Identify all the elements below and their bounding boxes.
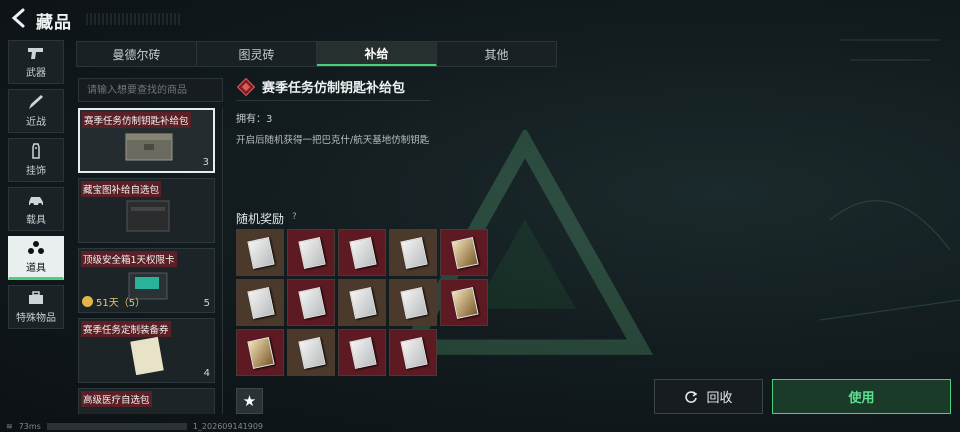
reward-key-card[interactable] xyxy=(338,329,386,376)
items-icon xyxy=(28,241,44,254)
use-button[interactable]: 使用 xyxy=(772,379,951,414)
reward-key-card[interactable] xyxy=(389,229,437,276)
nav-item-label: 近战 xyxy=(26,117,46,128)
tag-icon xyxy=(32,143,40,159)
recycle-button[interactable]: 回收 xyxy=(654,379,763,414)
nav-item-label: 武器 xyxy=(26,68,46,79)
nav-item-charms[interactable]: 挂饰 xyxy=(8,138,64,182)
list-item[interactable]: 藏宝图补给自选包 xyxy=(78,178,215,243)
medical-box-icon xyxy=(121,405,175,414)
build-text: 1_202609141909 xyxy=(192,421,264,431)
treasure-box-icon xyxy=(126,200,170,232)
title-decoration xyxy=(86,13,182,25)
key-card-icon xyxy=(349,337,377,369)
status-bar: ≋ 73ms 1_202609141909 xyxy=(0,420,960,432)
page-title: 藏品 xyxy=(36,13,72,33)
reward-key-card[interactable] xyxy=(236,229,284,276)
recycle-icon xyxy=(685,390,698,403)
nav-item-special[interactable]: 特殊物品 xyxy=(8,285,64,329)
reward-key-card[interactable] xyxy=(338,279,386,326)
nav-item-items[interactable]: 道具 xyxy=(8,236,64,280)
nav-item-weapons[interactable]: 武器 xyxy=(8,40,64,84)
detail-divider xyxy=(236,100,430,101)
reward-key-card[interactable] xyxy=(440,279,488,326)
item-count: 4 xyxy=(203,368,210,379)
key-card-icon xyxy=(247,337,275,369)
item-timer: 51天（5） xyxy=(82,294,145,309)
favorite-star-button[interactable]: ★ xyxy=(236,388,263,414)
nav-item-melee[interactable]: 近战 xyxy=(8,89,64,133)
reward-key-card[interactable] xyxy=(287,229,335,276)
nav-item-label: 载具 xyxy=(26,215,46,226)
key-card-icon xyxy=(247,287,275,319)
key-card-icon xyxy=(451,237,479,269)
key-card-icon xyxy=(400,237,428,269)
knife-icon xyxy=(29,95,43,109)
reward-key-card[interactable] xyxy=(389,279,437,326)
key-card-icon xyxy=(349,287,377,319)
nav-item-label: 挂饰 xyxy=(26,166,46,177)
search-input[interactable] xyxy=(78,78,223,102)
wifi-icon: ≋ xyxy=(6,421,13,431)
voucher-icon xyxy=(130,336,164,375)
item-list[interactable]: 赛季任务仿制钥匙补给包 3 藏宝图补给自选包 顶级安全箱1天权限卡 51天（5）… xyxy=(78,108,217,414)
back-arrow-icon[interactable] xyxy=(8,7,30,29)
timer-text: 51天（5） xyxy=(96,298,146,309)
list-divider xyxy=(222,108,223,414)
key-card-icon xyxy=(400,287,428,319)
key-card-icon xyxy=(400,337,428,369)
reward-key-card[interactable] xyxy=(338,229,386,276)
reward-key-card[interactable] xyxy=(236,329,284,376)
tab-mandel-brick[interactable]: 曼德尔砖 xyxy=(77,42,197,66)
owned-count: 拥有：3 xyxy=(236,114,273,125)
random-reward-heading: 随机奖励 xyxy=(236,212,285,226)
category-tabs: 曼德尔砖 图灵砖 补给 其他 xyxy=(76,41,557,67)
item-count: 5 xyxy=(203,298,210,309)
key-card-icon xyxy=(451,287,479,319)
list-item[interactable]: 顶级安全箱1天权限卡 51天（5） 5 xyxy=(78,248,215,313)
list-item[interactable]: 高级医疗自选包 xyxy=(78,388,215,414)
detail-title: 赛季任务仿制钥匙补给包 xyxy=(262,81,406,96)
help-icon[interactable]: ? xyxy=(292,212,297,222)
briefcase-icon xyxy=(29,291,43,304)
key-card-icon xyxy=(349,237,377,269)
tab-turing-brick[interactable]: 图灵砖 xyxy=(197,42,317,66)
rarity-diamond-icon xyxy=(237,78,255,96)
key-card-icon xyxy=(298,287,326,319)
key-card-icon xyxy=(298,337,326,369)
list-item[interactable]: 赛季任务仿制钥匙补给包 3 xyxy=(78,108,215,173)
reward-key-card[interactable] xyxy=(287,279,335,326)
vehicle-icon xyxy=(29,197,43,207)
reward-key-card[interactable] xyxy=(236,279,284,326)
item-description: 开启后随机获得一把巴克什/航天基地仿制钥匙 xyxy=(236,135,430,146)
key-card-icon xyxy=(247,237,275,269)
pistol-icon xyxy=(28,48,43,59)
reward-key-card[interactable] xyxy=(287,329,335,376)
tab-other[interactable]: 其他 xyxy=(437,42,556,66)
key-card-icon xyxy=(298,237,326,269)
clock-icon xyxy=(82,296,93,307)
map-decoration xyxy=(820,39,960,321)
tab-supply[interactable]: 补给 xyxy=(317,42,437,66)
redacted-info xyxy=(46,422,187,430)
item-count: 3 xyxy=(202,157,209,168)
ping-text: 73ms xyxy=(18,421,41,431)
list-item[interactable]: 赛季任务定制装备券 4 xyxy=(78,318,215,383)
category-nav: 武器 近战 挂饰 载具 道具 特殊物品 xyxy=(8,40,64,334)
nav-item-label: 道具 xyxy=(26,263,46,274)
nav-item-vehicles[interactable]: 载具 xyxy=(8,187,64,231)
nav-item-label: 特殊物品 xyxy=(16,313,56,324)
supply-crate-icon xyxy=(125,133,173,161)
reward-key-card[interactable] xyxy=(440,229,488,276)
reward-key-card[interactable] xyxy=(389,329,437,376)
recycle-label: 回收 xyxy=(706,391,733,406)
